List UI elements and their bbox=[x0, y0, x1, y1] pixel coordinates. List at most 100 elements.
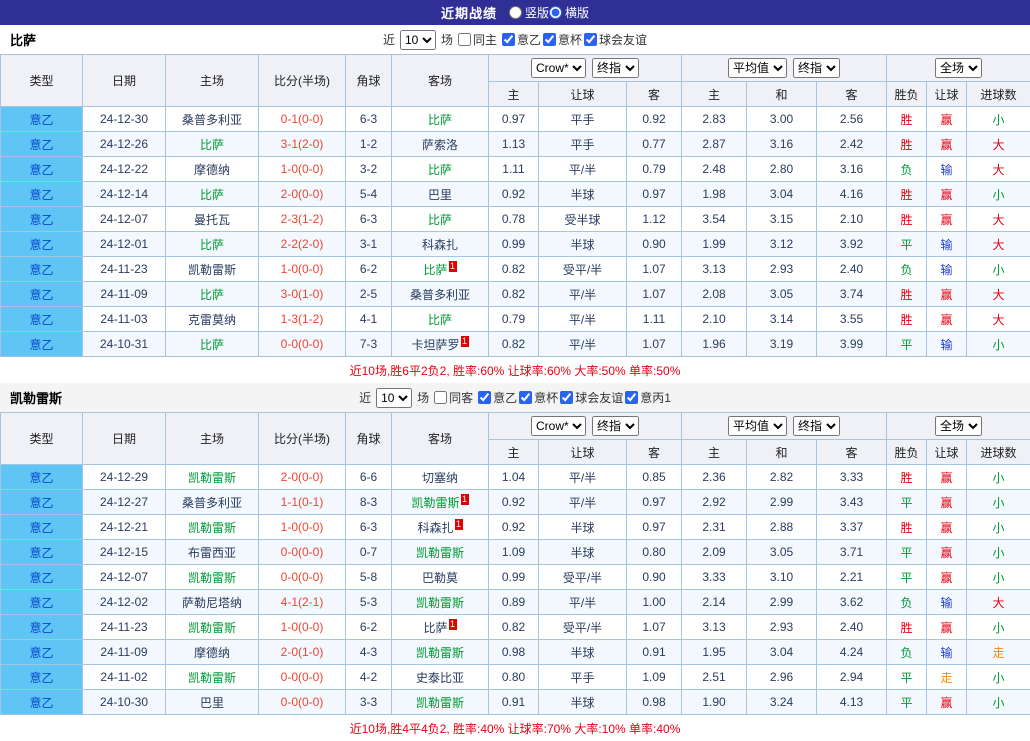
league-checkbox-input[interactable] bbox=[502, 33, 515, 46]
odds-final-select[interactable]: 终指 bbox=[592, 416, 639, 436]
layout-radio-input[interactable] bbox=[549, 6, 562, 19]
odds-final-select[interactable]: 终指 bbox=[592, 58, 639, 78]
subcol-handicap: 让球 bbox=[539, 440, 627, 465]
cell-result-wdl: 负 bbox=[887, 590, 927, 615]
team-name: 科森扎 bbox=[417, 521, 453, 535]
cell-odds-handicap: 受平/半 bbox=[539, 257, 627, 282]
cell-league: 意乙 bbox=[1, 590, 83, 615]
cell-result-goals: 大 bbox=[967, 132, 1030, 157]
cell-result-goals: 小 bbox=[967, 615, 1030, 640]
col-score: 比分(半场) bbox=[259, 55, 346, 107]
cell-result-handicap: 输 bbox=[927, 332, 967, 357]
subcol-avg-draw: 和 bbox=[747, 440, 817, 465]
filter-same-checkbox[interactable]: 同客 bbox=[434, 389, 473, 406]
odds-company-select[interactable]: Crow* bbox=[531, 58, 586, 78]
cell-avg-draw: 2.93 bbox=[747, 257, 817, 282]
cell-odds-home: 0.98 bbox=[489, 640, 539, 665]
cell-date: 24-11-09 bbox=[83, 640, 166, 665]
subcol-away-odds: 客 bbox=[627, 440, 682, 465]
filter-league-checkbox[interactable]: 意乙 bbox=[502, 31, 541, 48]
league-checkbox-input[interactable] bbox=[519, 391, 532, 404]
cell-avg-home: 3.33 bbox=[682, 565, 747, 590]
cell-odds-handicap: 平/半 bbox=[539, 590, 627, 615]
layout-radio-input[interactable] bbox=[509, 6, 522, 19]
layout-radio-竖版[interactable]: 竖版 bbox=[509, 4, 549, 21]
league-checkbox-input[interactable] bbox=[584, 33, 597, 46]
cell-avg-away: 2.10 bbox=[817, 207, 887, 232]
cell-avg-away: 3.92 bbox=[817, 232, 887, 257]
cell-date: 24-11-23 bbox=[83, 615, 166, 640]
team-name: 比萨 bbox=[428, 213, 452, 227]
cell-home: 比萨 bbox=[166, 332, 259, 357]
cell-date: 24-12-15 bbox=[83, 540, 166, 565]
odds-company-select[interactable]: Crow* bbox=[531, 416, 586, 436]
scope-select[interactable]: 全场 bbox=[935, 58, 982, 78]
cell-avg-home: 2.83 bbox=[682, 107, 747, 132]
league-checkbox-input[interactable] bbox=[625, 391, 638, 404]
cell-result-wdl: 负 bbox=[887, 157, 927, 182]
filter-count-select[interactable]: 10 bbox=[376, 388, 412, 408]
cell-result-handicap: 赢 bbox=[927, 565, 967, 590]
filter-league-checkbox[interactable]: 意乙 bbox=[478, 389, 517, 406]
match-row: 意乙24-12-22摩德纳1-0(0-0)3-2比萨1.11平/半0.792.4… bbox=[1, 157, 1030, 182]
cell-away: 史泰比亚 bbox=[392, 665, 489, 690]
cell-odds-handicap: 受平/半 bbox=[539, 565, 627, 590]
cell-corner: 6-3 bbox=[346, 207, 392, 232]
section-2: 凯勒雷斯 近 10 场 同客 意乙意杯球会友谊意丙1 类型 日期 主场 比分(半… bbox=[0, 383, 1030, 741]
cell-away: 凯勒雷斯 bbox=[392, 640, 489, 665]
league-checkbox-input[interactable] bbox=[560, 391, 573, 404]
cell-avg-away: 2.21 bbox=[817, 565, 887, 590]
team-name: 凯勒雷斯 bbox=[416, 696, 464, 710]
team-name: 比萨 bbox=[200, 238, 224, 252]
cell-result-handicap: 赢 bbox=[927, 490, 967, 515]
cell-avg-away: 3.16 bbox=[817, 157, 887, 182]
filter-league-checkbox[interactable]: 球会友谊 bbox=[584, 31, 647, 48]
scope-select[interactable]: 全场 bbox=[935, 416, 982, 436]
filter-count-select[interactable]: 10 bbox=[400, 30, 436, 50]
same-checkbox-input[interactable] bbox=[458, 33, 471, 46]
cell-avg-away: 2.40 bbox=[817, 615, 887, 640]
avg-final-select[interactable]: 终指 bbox=[793, 58, 840, 78]
layout-radio-横版[interactable]: 横版 bbox=[549, 4, 589, 21]
cell-avg-home: 1.96 bbox=[682, 332, 747, 357]
subcol-handicap-result: 让球 bbox=[927, 440, 967, 465]
cell-date: 24-11-09 bbox=[83, 282, 166, 307]
cell-corner: 6-3 bbox=[346, 107, 392, 132]
cell-away: 切塞纳 bbox=[392, 465, 489, 490]
col-type: 类型 bbox=[1, 55, 83, 107]
col-corner: 角球 bbox=[346, 55, 392, 107]
filter-same-checkbox[interactable]: 同主 bbox=[458, 31, 497, 48]
avg-final-select[interactable]: 终指 bbox=[793, 416, 840, 436]
cell-avg-home: 2.14 bbox=[682, 590, 747, 615]
cell-score: 2-3(1-2) bbox=[259, 207, 346, 232]
cell-corner: 1-2 bbox=[346, 132, 392, 157]
league-checkbox-input[interactable] bbox=[478, 391, 491, 404]
cell-home: 摩德纳 bbox=[166, 157, 259, 182]
same-checkbox-input[interactable] bbox=[434, 391, 447, 404]
cell-score: 0-0(0-0) bbox=[259, 565, 346, 590]
league-checkbox-input[interactable] bbox=[543, 33, 556, 46]
cell-league: 意乙 bbox=[1, 232, 83, 257]
cell-date: 24-10-31 bbox=[83, 332, 166, 357]
filter-league-checkbox[interactable]: 意杯 bbox=[519, 389, 558, 406]
cell-avg-home: 2.92 bbox=[682, 490, 747, 515]
cell-odds-home: 0.82 bbox=[489, 615, 539, 640]
red-card-badge: 1 bbox=[455, 519, 463, 530]
cell-league: 意乙 bbox=[1, 665, 83, 690]
cell-away: 巴里 bbox=[392, 182, 489, 207]
filter-league-checkbox[interactable]: 意杯 bbox=[543, 31, 582, 48]
cell-avg-away: 3.74 bbox=[817, 282, 887, 307]
avg-select[interactable]: 平均值 bbox=[728, 58, 787, 78]
match-row: 意乙24-12-26比萨3-1(2-0)1-2萨索洛1.13平手0.772.87… bbox=[1, 132, 1030, 157]
cell-avg-away: 3.37 bbox=[817, 515, 887, 540]
filter-league-checkbox[interactable]: 球会友谊 bbox=[560, 389, 623, 406]
cell-league: 意乙 bbox=[1, 182, 83, 207]
match-row: 意乙24-10-31比萨0-0(0-0)7-3卡坦萨罗10.82平/半1.071… bbox=[1, 332, 1030, 357]
cell-corner: 4-1 bbox=[346, 307, 392, 332]
filter-league-checkbox[interactable]: 意丙1 bbox=[625, 389, 671, 406]
cell-date: 24-12-29 bbox=[83, 465, 166, 490]
cell-score: 1-0(0-0) bbox=[259, 615, 346, 640]
avg-select[interactable]: 平均值 bbox=[728, 416, 787, 436]
cell-odds-away: 0.77 bbox=[627, 132, 682, 157]
cell-date: 24-11-03 bbox=[83, 307, 166, 332]
